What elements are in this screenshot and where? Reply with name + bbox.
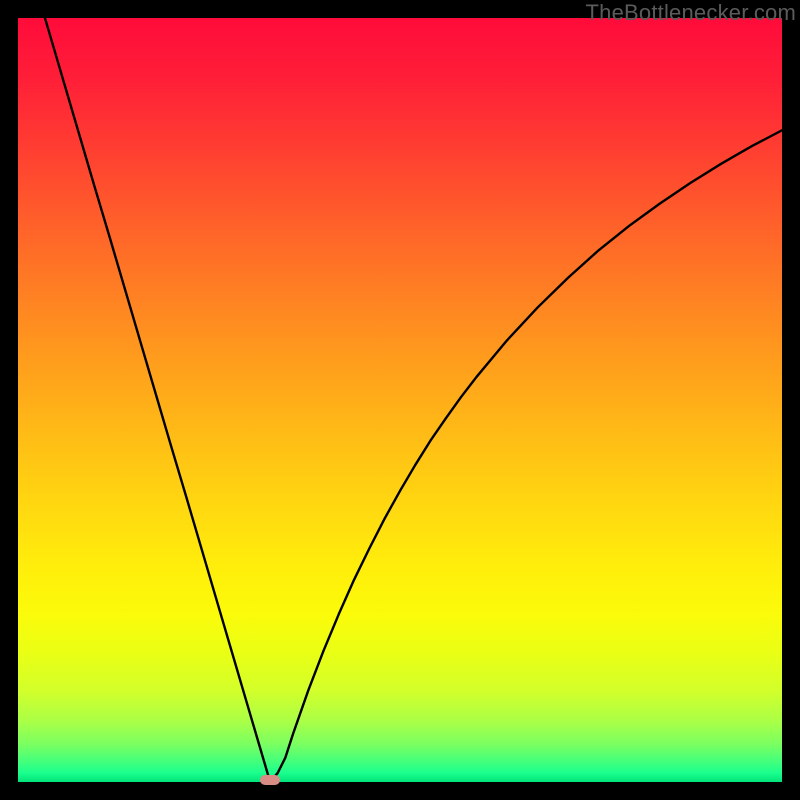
bottleneck-curve	[18, 18, 782, 782]
chart-frame	[18, 18, 782, 782]
optimal-point-marker	[260, 775, 280, 785]
watermark-text: TheBottlenecker.com	[586, 0, 796, 26]
